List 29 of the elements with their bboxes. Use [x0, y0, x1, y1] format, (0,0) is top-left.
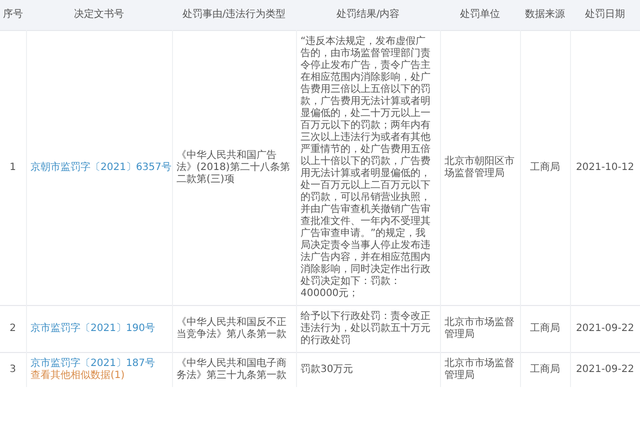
data-source: 工商局 — [520, 30, 570, 305]
row-number: 3 — [0, 352, 26, 386]
case-number-link[interactable]: 京市监罚字〔2021〕187号 — [30, 358, 156, 368]
penalty-result: 罚款30万元 — [296, 352, 440, 386]
similar-data-link[interactable]: 查看其他相似数据(1) — [30, 370, 125, 382]
case-number-link[interactable]: 京市监罚字〔2021〕190号 — [30, 322, 156, 334]
column-header: 处罚结果/内容 — [296, 0, 440, 30]
violation-reason: 《中华人民共和国反不正当竞争法》第八条第一款 — [172, 305, 296, 352]
column-header: 序号 — [0, 0, 26, 30]
penalty-date: 2021-09-22 — [570, 305, 640, 352]
penalty-authority: 北京市朝阳区市场监督管理局 — [440, 30, 520, 305]
column-header: 处罚事由/违法行为类型 — [172, 0, 296, 30]
case-number-link[interactable]: 京朝市监罚字〔2021〕6357号 — [30, 162, 172, 172]
data-source: 工商局 — [520, 305, 570, 352]
penalty-result: “违反本法规定，发布虚假广告的，由市场监督管理部门责令停止发布广告，责令广告主在相应范围内消除影响，处广告费用三倍以上五倍以下的罚款，广告费用无法计算或者明显偏低的，处二十万元以上一百万元以下的罚款；两年内有三次以上违法行为或者有其他严重情节的，处广告费用五倍以上十倍以下的罚款，广告费用无法计算或者明显偏低的，处一百万元以上二百万元以下的罚款，可以吊销营业执照，并由广告审查机关撤销广告审查批准文件、一年内不受理其广告审查申请。”的规定，我局决定责令当事人停止发布违法广告内容，并在相应范围内消除影响，同时决定作出行政处罚决定如下：罚款：400000元； — [296, 30, 440, 305]
data-source: 工商局 — [520, 352, 570, 386]
column-header: 数据来源 — [520, 0, 570, 30]
column-header: 处罚日期 — [570, 0, 640, 30]
penalty-date: 2021-09-22 — [570, 352, 640, 386]
column-header: 决定文书号 — [26, 0, 172, 30]
column-header: 处罚单位 — [440, 0, 520, 30]
penalty-result: 给予以下行政处罚：责令改正违法行为，处以罚款五十万元的行政处罚 — [296, 305, 440, 352]
penalty-authority: 北京市市场监督管理局 — [440, 305, 520, 352]
violation-reason: 《中华人民共和国广告法》(2018)第二十八条第二款第(三)项 — [172, 30, 296, 305]
violation-reason: 《中华人民共和国电子商务法》第三十九条第一款 — [172, 352, 296, 386]
penalty-date: 2021-10-12 — [570, 30, 640, 305]
row-number: 1 — [0, 30, 26, 305]
row-number: 2 — [0, 305, 26, 352]
penalty-authority: 北京市市场监督管理局 — [440, 352, 520, 386]
